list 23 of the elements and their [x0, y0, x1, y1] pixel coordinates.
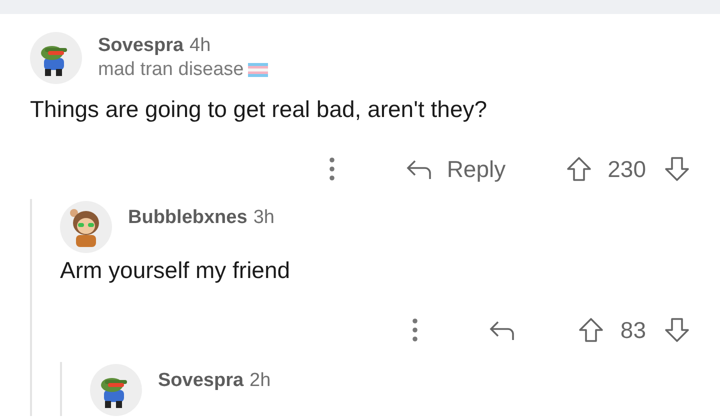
upvote-icon[interactable]	[566, 156, 592, 182]
reply-button[interactable]: Reply	[404, 156, 506, 182]
timestamp: 2h	[250, 370, 271, 392]
vote-count: 83	[620, 316, 646, 344]
username[interactable]: Sovespra	[158, 370, 244, 392]
striped-flag-icon	[248, 63, 268, 77]
timestamp: 4h	[190, 35, 211, 57]
comment-text: Things are going to get real bad, aren't they?	[30, 96, 488, 123]
downvote-icon[interactable]	[664, 317, 690, 343]
comment-text: Arm yourself my friend	[60, 257, 292, 284]
more-options-icon[interactable]	[328, 156, 335, 182]
more-options-icon[interactable]	[412, 317, 418, 343]
upvote-icon[interactable]	[578, 317, 604, 343]
username[interactable]: Bubblebxnes	[128, 207, 248, 229]
avatar-icon[interactable]	[30, 32, 82, 84]
user-flair: mad tran disease	[98, 59, 244, 81]
reply-icon	[404, 158, 433, 180]
timestamp: 3h	[253, 207, 274, 229]
avatar-icon[interactable]	[90, 364, 142, 416]
downvote-icon[interactable]	[664, 156, 690, 182]
reply-icon[interactable]	[488, 319, 516, 341]
vote-count: 230	[608, 156, 646, 182]
username[interactable]: Sovespra	[98, 35, 184, 57]
